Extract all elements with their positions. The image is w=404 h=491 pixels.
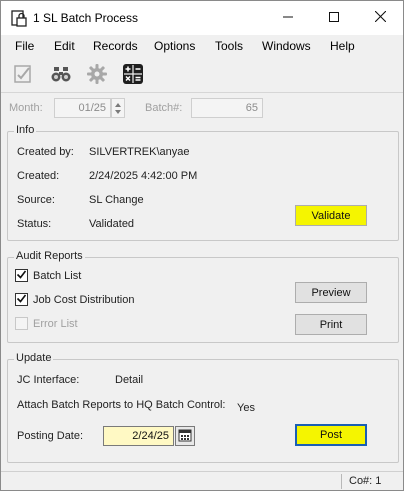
info-group-title: Info (14, 124, 37, 136)
status-bar: Co#: 1 (1, 471, 403, 490)
post-button[interactable]: Post (295, 424, 367, 446)
job-cost-distribution-checkbox[interactable] (15, 293, 28, 306)
gear-icon (86, 63, 108, 88)
minimize-icon (283, 12, 293, 25)
menu-file[interactable]: File (15, 39, 34, 53)
calendar-icon (178, 428, 192, 445)
close-button[interactable] (357, 1, 403, 35)
status-value: Validated (89, 218, 135, 230)
document-lock-icon (11, 10, 27, 27)
jc-interface-value: Detail (115, 374, 144, 386)
edit-toolbar-button[interactable] (11, 62, 37, 88)
month-spinner[interactable] (111, 98, 125, 118)
menu-options[interactable]: Options (154, 39, 195, 53)
print-button[interactable]: Print (295, 314, 367, 335)
close-icon (374, 10, 386, 25)
job-cost-distribution-label: Job Cost Distribution (33, 294, 135, 306)
batch-process-window: 1 SL Batch Process File Edit Records Opt… (0, 0, 404, 491)
posting-date-field[interactable]: 2/24/25 (103, 426, 174, 446)
toolbar (1, 57, 403, 93)
menu-records[interactable]: Records (93, 39, 138, 53)
error-list-checkbox[interactable] (15, 317, 28, 330)
created-by-value: SILVERTREK\anyae (89, 146, 190, 158)
source-value: SL Change (89, 194, 144, 206)
calendar-button[interactable] (175, 426, 195, 446)
batch-label: Batch#: (145, 102, 183, 114)
created-value: 2/24/2025 4:42:00 PM (89, 170, 198, 182)
batch-list-checkbox[interactable] (15, 269, 28, 282)
created-by-label: Created by: (17, 146, 74, 158)
menu-bar: File Edit Records Options Tools Windows … (1, 35, 403, 57)
validate-button[interactable]: Validate (295, 205, 367, 226)
attach-batch-reports-value: Yes (237, 402, 255, 414)
company-number: Co#: 1 (349, 475, 382, 487)
title-bar: 1 SL Batch Process (1, 1, 403, 35)
settings-toolbar-button[interactable] (84, 62, 110, 88)
checkmark-icon (16, 293, 27, 307)
created-label: Created: (17, 170, 60, 182)
status-label: Status: (17, 218, 52, 230)
posting-date-label: Posting Date: (17, 430, 84, 442)
batch-list-label: Batch List (33, 270, 82, 282)
audit-reports-title: Audit Reports (14, 250, 85, 262)
attach-batch-reports-label: Attach Batch Reports to HQ Batch Control… (17, 399, 226, 411)
minimize-button[interactable] (265, 1, 311, 35)
maximize-button[interactable] (311, 1, 357, 35)
calculator-toolbar-button[interactable] (120, 62, 146, 88)
menu-help[interactable]: Help (330, 39, 355, 53)
menu-windows[interactable]: Windows (262, 39, 311, 53)
calculator-icon (122, 63, 144, 88)
maximize-icon (329, 11, 339, 25)
batch-number-field[interactable]: 65 (191, 98, 263, 118)
month-field[interactable]: 01/25 (54, 98, 111, 118)
edit-check-icon (13, 63, 35, 88)
jc-interface-label: JC Interface: (17, 374, 80, 386)
menu-tools[interactable]: Tools (215, 39, 243, 53)
menu-edit[interactable]: Edit (54, 39, 75, 53)
preview-button[interactable]: Preview (295, 282, 367, 303)
spin-down-icon (115, 110, 121, 114)
spin-up-icon (115, 103, 121, 107)
binoculars-icon (50, 63, 72, 88)
month-label: Month: (9, 102, 43, 114)
find-toolbar-button[interactable] (48, 62, 74, 88)
source-label: Source: (17, 194, 55, 206)
window-title: 1 SL Batch Process (33, 11, 138, 25)
checkmark-icon (16, 269, 27, 283)
error-list-label: Error List (33, 318, 78, 330)
status-separator (341, 474, 342, 489)
update-group-title: Update (14, 352, 54, 364)
